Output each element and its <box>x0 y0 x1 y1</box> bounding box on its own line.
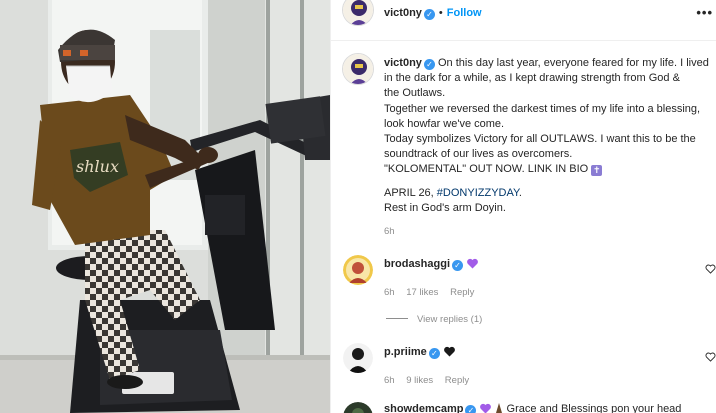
view-replies-line <box>386 318 408 319</box>
verified-badge-icon: ✓ <box>465 405 477 413</box>
follow-button[interactable]: Follow <box>447 7 482 19</box>
latin-cross-icon: ✝ <box>591 165 603 177</box>
reply-button[interactable]: Reply <box>450 287 474 298</box>
comment-likes[interactable]: 9 likes <box>406 375 433 386</box>
commenter-avatar[interactable] <box>343 343 373 373</box>
reply-button[interactable]: Reply <box>445 375 469 386</box>
comment-time[interactable]: 6h <box>384 287 395 298</box>
author-username[interactable]: vict0ny <box>384 7 422 19</box>
svg-text:shlux: shlux <box>76 157 119 176</box>
caption-author-avatar[interactable] <box>342 53 374 85</box>
caption-line-3: the Outlaws. <box>384 87 446 100</box>
comment-item: p.priime ✓ 6h 9 likes Reply <box>384 346 716 386</box>
post-details-panel: vict0ny ✓ • Follow ••• vict0ny ✓ On this day… <box>330 0 716 413</box>
separator-dot: • <box>438 7 443 19</box>
view-replies-label: View replies (1) <box>417 314 483 325</box>
caption-line-8: "KOLOMENTAL" OUT NOW. LINK IN BIO <box>384 163 589 176</box>
caption-date-suffix: . <box>518 186 522 199</box>
comment-likes[interactable]: 17 likes <box>406 287 438 298</box>
post-header: vict0ny ✓ • Follow ••• <box>331 0 716 28</box>
hashtag-link[interactable]: #DONYIZZYDAY <box>437 187 519 199</box>
comment-username[interactable]: brodashaggi <box>384 258 450 270</box>
author-avatar[interactable] <box>342 0 374 26</box>
purple-heart-icon <box>467 258 478 269</box>
like-comment-heart-icon[interactable] <box>705 264 716 277</box>
praying-hands-icon <box>496 403 503 413</box>
more-options-icon[interactable]: ••• <box>696 5 713 20</box>
view-replies-button[interactable]: View replies (1) <box>386 314 482 325</box>
caption-closing-line: Rest in God's arm Doyin. <box>384 201 506 214</box>
verified-badge-icon: ✓ <box>423 59 435 70</box>
comment-item: showdemcamp ✓ Grace and Blessings pon you… <box>384 403 714 413</box>
caption-line-4: Together we reversed the darkest times o… <box>384 102 701 115</box>
commenter-avatar[interactable] <box>343 255 373 285</box>
verified-badge-icon: ✓ <box>423 9 435 20</box>
caption-date: APRIL 26, <box>384 186 437 199</box>
caption-line-2: in the dark for a while, as I kept drawi… <box>384 72 680 85</box>
caption-line-1: On this day last year, everyone feared f… <box>437 57 709 69</box>
like-comment-heart-icon[interactable] <box>705 352 716 365</box>
verified-badge-icon: ✓ <box>428 348 440 359</box>
comment-username[interactable]: showdemcamp <box>384 403 463 413</box>
caption-line-6: Today symbolizes Victory for all OUTLAWS… <box>384 133 696 146</box>
commenter-avatar[interactable] <box>343 402 373 413</box>
gym-photo-illustration: shlux <box>0 0 330 413</box>
caption-line-7: soundtrack of our lives as overcomers. <box>384 148 573 161</box>
verified-badge-icon: ✓ <box>452 260 464 271</box>
post-photo: shlux <box>0 0 330 413</box>
header-divider <box>331 40 716 41</box>
comment-time[interactable]: 6h <box>384 375 395 386</box>
purple-heart-icon <box>480 403 492 413</box>
black-heart-icon <box>443 346 455 357</box>
comment-item: brodashaggi ✓ 6h 17 likes Reply <box>384 258 716 298</box>
caption-line-5: look howfar we've come. <box>384 117 505 130</box>
comment-text: Grace and Blessings pon your head <box>506 403 682 413</box>
post-caption: vict0ny ✓ On this day last year, everyone… <box>384 56 716 239</box>
comment-username[interactable]: p.priime <box>384 346 427 358</box>
post-time[interactable]: 6h <box>384 226 395 237</box>
caption-username[interactable]: vict0ny <box>384 57 422 69</box>
